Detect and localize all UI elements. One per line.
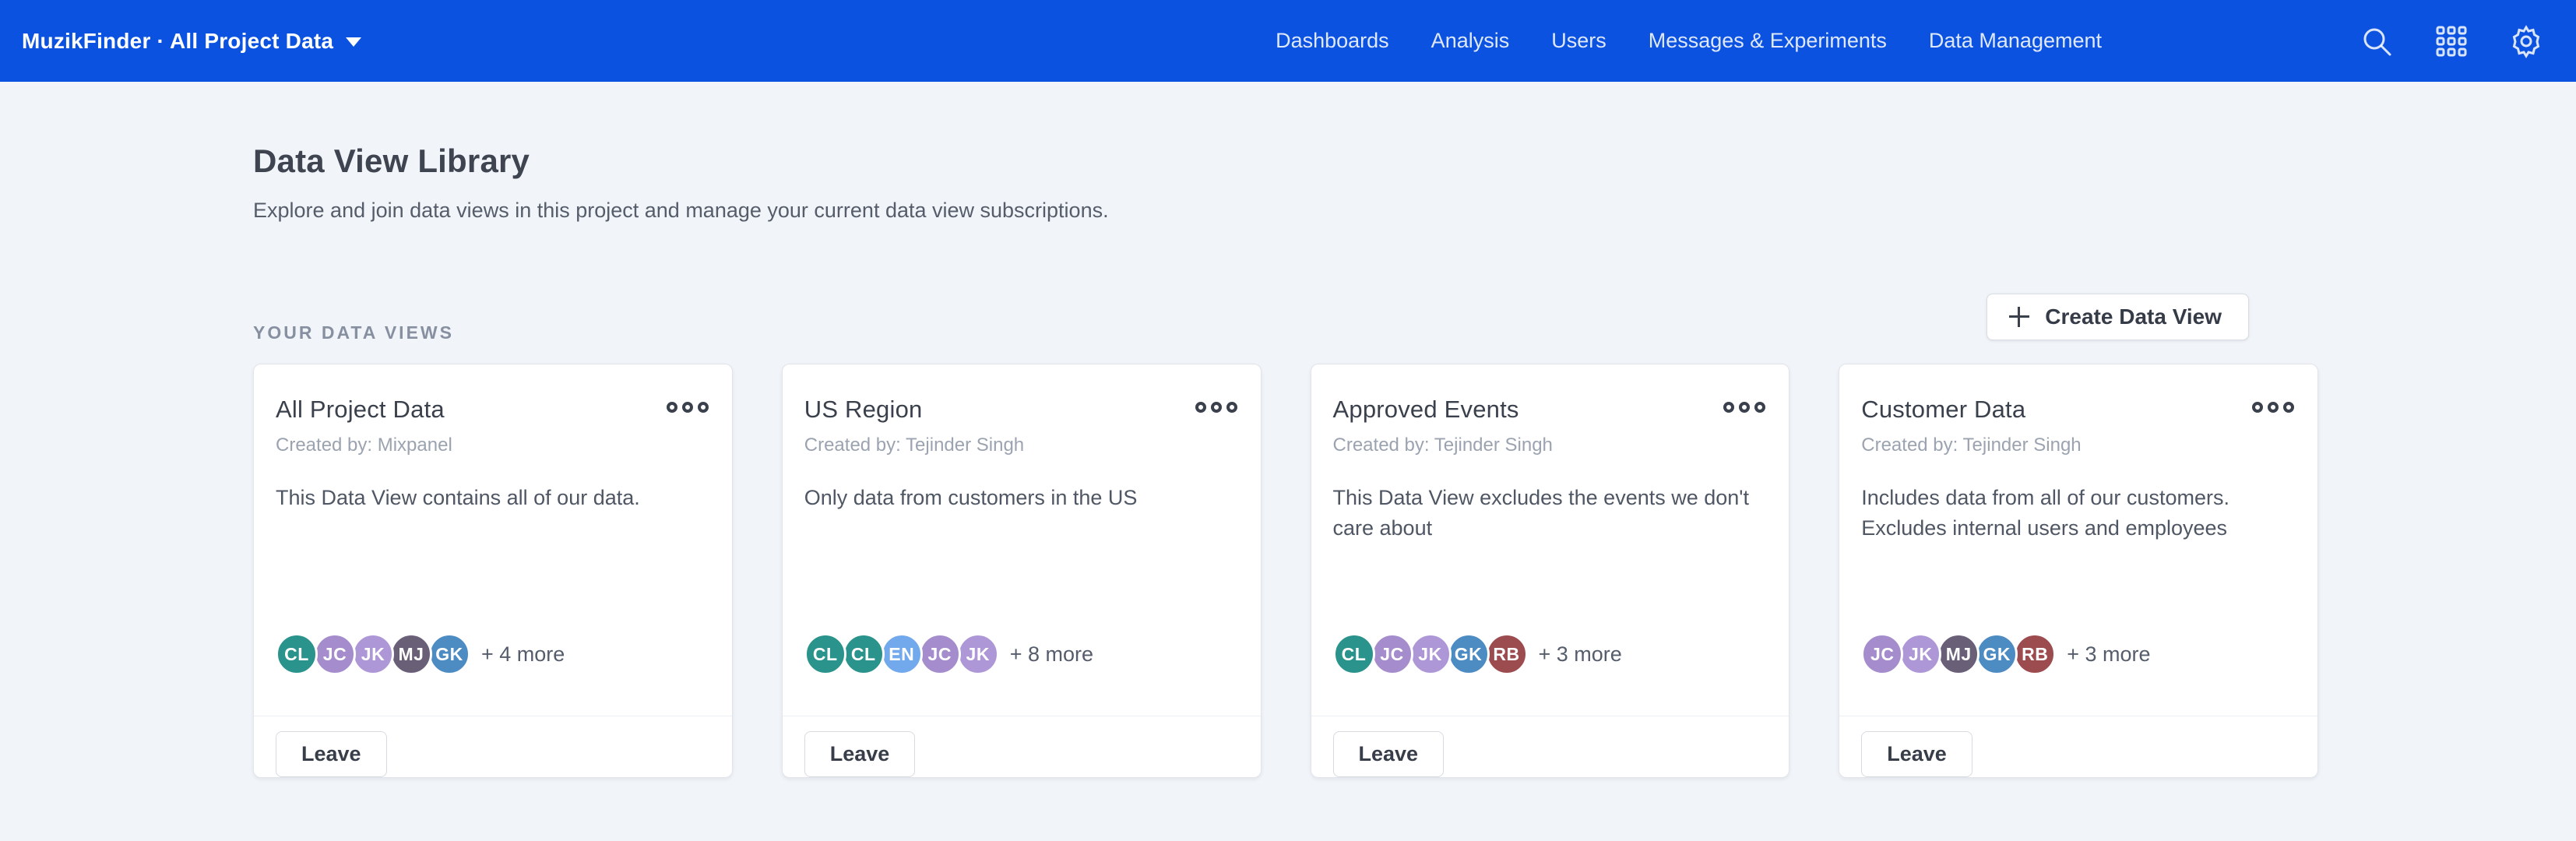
card-created-by: Created by: Tejinder Singh — [1861, 435, 2296, 456]
data-view-card-us-region: US Region Created by: Tejinder Singh Onl… — [782, 364, 1262, 778]
main-content: Data View Library Explore and join data … — [0, 82, 2576, 778]
member-avatar: MJ — [390, 633, 432, 675]
gear-icon[interactable] — [2509, 24, 2543, 58]
member-avatar: CL — [276, 633, 318, 675]
card-title: Approved Events — [1333, 396, 1519, 424]
card-description: Only data from customers in the US — [804, 483, 1239, 513]
member-avatar: JK — [352, 633, 394, 675]
create-data-view-label: Create Data View — [2045, 304, 2222, 329]
avatar-row: CL JC JK GK RB + 3 more — [1333, 633, 1768, 675]
nav-item-analysis[interactable]: Analysis — [1431, 29, 1510, 53]
more-options-icon[interactable] — [1722, 396, 1767, 419]
nav-item-dashboards[interactable]: Dashboards — [1276, 29, 1389, 53]
member-avatar: GK — [1976, 633, 2018, 675]
page-title: Data View Library — [253, 82, 2318, 180]
card-description: This Data View excludes the events we do… — [1333, 483, 1768, 544]
member-avatar: GK — [1448, 633, 1490, 675]
more-members-label: + 3 more — [1539, 642, 1622, 667]
nav-item-users[interactable]: Users — [1551, 29, 1606, 53]
member-avatar: JC — [1371, 633, 1413, 675]
member-avatar: JK — [1409, 633, 1452, 675]
project-switcher-label: MuzikFinder · All Project Data — [22, 29, 333, 54]
chevron-down-icon — [346, 37, 361, 47]
more-options-icon[interactable] — [2250, 396, 2296, 419]
page-subtitle: Explore and join data views in this proj… — [253, 199, 2318, 223]
member-avatar: JK — [957, 633, 999, 675]
member-avatar: GK — [428, 633, 470, 675]
more-options-icon[interactable] — [1194, 396, 1239, 419]
data-view-card-customer-data: Customer Data Created by: Tejinder Singh… — [1839, 364, 2318, 778]
data-view-card-all-project-data: All Project Data Created by: Mixpanel Th… — [253, 364, 733, 778]
card-description: Includes data from all of our customers.… — [1861, 483, 2296, 544]
data-view-cards: All Project Data Created by: Mixpanel Th… — [253, 364, 2318, 778]
member-avatar: JK — [1899, 633, 1941, 675]
card-title: Customer Data — [1861, 396, 2025, 424]
leave-button[interactable]: Leave — [1861, 731, 1972, 777]
search-icon[interactable] — [2360, 24, 2394, 58]
member-avatar: JC — [1861, 633, 1903, 675]
leave-button[interactable]: Leave — [1333, 731, 1445, 777]
top-nav-bar: MuzikFinder · All Project Data Dashboard… — [0, 0, 2576, 82]
more-members-label: + 3 more — [2067, 642, 2150, 667]
card-created-by: Created by: Tejinder Singh — [804, 435, 1239, 456]
top-bar-actions — [2360, 24, 2543, 58]
card-created-by: Created by: Mixpanel — [276, 435, 710, 456]
leave-button[interactable]: Leave — [804, 731, 916, 777]
apps-grid-icon[interactable] — [2434, 24, 2469, 58]
data-view-card-approved-events: Approved Events Created by: Tejinder Sin… — [1311, 364, 1790, 778]
avatar-row: JC JK MJ GK RB + 3 more — [1861, 633, 2296, 675]
nav-item-messages-experiments[interactable]: Messages & Experiments — [1649, 29, 1887, 53]
leave-button[interactable]: Leave — [276, 731, 387, 777]
card-description: This Data View contains all of our data. — [276, 483, 710, 513]
primary-nav: Dashboards Analysis Users Messages & Exp… — [1276, 0, 2102, 82]
member-avatar: CL — [1333, 633, 1375, 675]
member-avatar: RB — [2014, 633, 2056, 675]
member-avatar: JC — [919, 633, 961, 675]
nav-item-data-management[interactable]: Data Management — [1929, 29, 2102, 53]
avatar-row: CL CL EN JC JK + 8 more — [804, 633, 1239, 675]
create-data-view-button[interactable]: Create Data View — [1987, 294, 2249, 340]
member-avatar: MJ — [1937, 633, 1980, 675]
more-members-label: + 4 more — [481, 642, 565, 667]
member-avatar: RB — [1486, 633, 1528, 675]
card-title: US Region — [804, 396, 923, 424]
member-avatar: EN — [881, 633, 923, 675]
plus-icon — [2009, 307, 2029, 327]
member-avatar: CL — [804, 633, 846, 675]
card-title: All Project Data — [276, 396, 445, 424]
project-switcher[interactable]: MuzikFinder · All Project Data — [22, 29, 361, 54]
card-created-by: Created by: Tejinder Singh — [1333, 435, 1768, 456]
member-avatar: JC — [314, 633, 356, 675]
more-members-label: + 8 more — [1010, 642, 1093, 667]
more-options-icon[interactable] — [665, 396, 710, 419]
avatar-row: CL JC JK MJ GK + 4 more — [276, 633, 710, 675]
member-avatar: CL — [843, 633, 885, 675]
